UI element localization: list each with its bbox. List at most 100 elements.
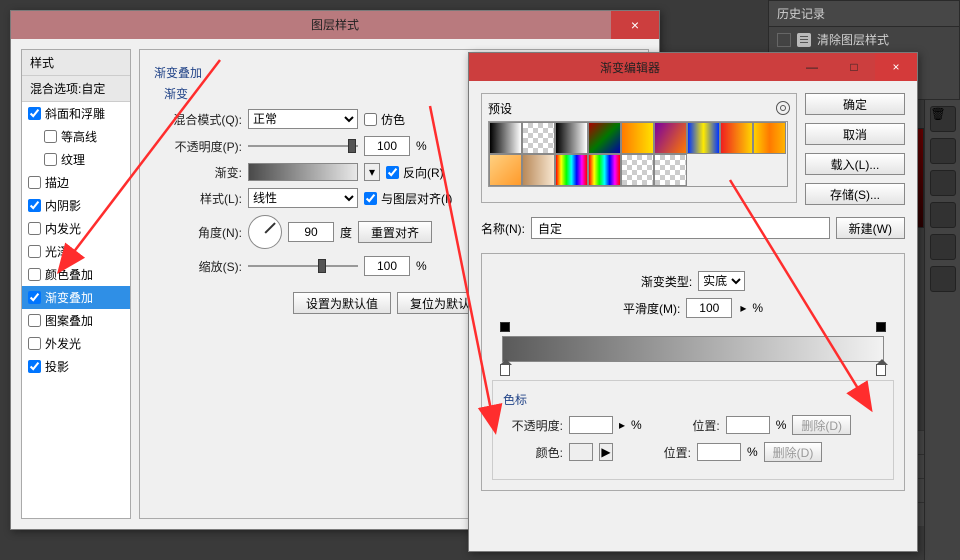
color-stop-right[interactable] — [876, 364, 886, 376]
style-label: 内阴影 — [45, 197, 81, 214]
style-label: 图案叠加 — [45, 312, 93, 329]
preset-swatch[interactable] — [555, 122, 588, 154]
history-item[interactable]: 清除图层样式 — [769, 27, 959, 52]
percent-label: % — [416, 259, 427, 273]
style-item-斜面和浮雕[interactable]: 斜面和浮雕 — [22, 102, 130, 125]
angle-dial[interactable] — [248, 215, 282, 249]
angle-input[interactable] — [288, 222, 334, 242]
style-label: 描边 — [45, 174, 69, 191]
dither-checkbox[interactable]: 仿色 — [364, 111, 405, 128]
blend-mode-label: 混合模式(Q): — [154, 111, 242, 128]
preset-swatch[interactable] — [654, 154, 687, 186]
style-label: 颜色叠加 — [45, 266, 93, 283]
styles-header[interactable]: 样式 — [22, 50, 130, 76]
preset-swatch[interactable] — [489, 122, 522, 154]
tool-icon[interactable] — [930, 266, 956, 292]
style-checkbox[interactable] — [28, 245, 41, 258]
style-item-渐变叠加[interactable]: 渐变叠加 — [22, 286, 130, 309]
tool-icon[interactable]: 🗑 — [930, 106, 956, 132]
geditor-titlebar[interactable]: 渐变编辑器 — □ × — [469, 53, 917, 81]
scale-slider[interactable] — [248, 262, 358, 270]
percent-label: % — [752, 301, 763, 315]
tool-icon[interactable] — [930, 202, 956, 228]
gradient-edit-bar[interactable] — [502, 336, 884, 362]
style-item-纹理[interactable]: 纹理 — [22, 148, 130, 171]
gradient-track[interactable] — [502, 336, 884, 362]
preset-swatch[interactable] — [621, 122, 654, 154]
style-checkbox[interactable] — [28, 107, 41, 120]
cancel-button[interactable]: 取消 — [805, 123, 905, 145]
preset-swatch[interactable] — [588, 122, 621, 154]
preset-swatch[interactable] — [522, 122, 555, 154]
set-default-button[interactable]: 设置为默认值 — [293, 292, 391, 314]
preset-swatch[interactable] — [555, 154, 588, 186]
style-item-描边[interactable]: 描边 — [22, 171, 130, 194]
load-button[interactable]: 载入(L)... — [805, 153, 905, 175]
stops-group: 色标 不透明度: ▸ % 位置: % 删除(D) 颜色: ▶ 位置: — [492, 380, 894, 480]
style-item-投影[interactable]: 投影 — [22, 355, 130, 378]
preset-swatch[interactable] — [654, 122, 687, 154]
blend-header[interactable]: 混合选项:自定 — [22, 76, 130, 102]
history-title: 历史记录 — [769, 1, 959, 27]
name-label: 名称(N): — [481, 220, 525, 237]
preset-swatch[interactable] — [753, 122, 786, 154]
dropdown-icon[interactable]: ▾ — [364, 163, 380, 181]
gear-icon[interactable] — [776, 101, 790, 115]
ok-button[interactable]: 确定 — [805, 93, 905, 115]
preset-swatch[interactable] — [621, 154, 654, 186]
style-item-颜色叠加[interactable]: 颜色叠加 — [22, 263, 130, 286]
blend-mode-select[interactable]: 正常 — [248, 109, 358, 129]
preset-swatches — [488, 121, 788, 187]
style-item-外发光[interactable]: 外发光 — [22, 332, 130, 355]
delete-opacity-stop-button: 删除(D) — [792, 415, 851, 435]
preset-swatch[interactable] — [489, 154, 522, 186]
style-checkbox[interactable] — [28, 222, 41, 235]
tool-icon[interactable] — [930, 138, 956, 164]
opacity-stop-right[interactable] — [876, 322, 886, 332]
color-stop-left[interactable] — [500, 364, 510, 376]
preset-swatch[interactable] — [522, 154, 555, 186]
style-select[interactable]: 线性 — [248, 188, 358, 208]
percent-label: % — [416, 139, 427, 153]
style-checkbox[interactable] — [28, 360, 41, 373]
style-checkbox[interactable] — [28, 314, 41, 327]
gradient-picker[interactable] — [248, 163, 358, 181]
minimize-button[interactable]: — — [791, 53, 833, 81]
style-item-光泽[interactable]: 光泽 — [22, 240, 130, 263]
style-checkbox[interactable] — [28, 176, 41, 189]
style-checkbox[interactable] — [28, 337, 41, 350]
preset-swatch[interactable] — [588, 154, 621, 186]
new-button[interactable]: 新建(W) — [836, 217, 905, 239]
name-input[interactable] — [531, 217, 830, 239]
close-button[interactable]: × — [611, 11, 659, 39]
preset-swatch[interactable] — [687, 122, 720, 154]
geditor-right-buttons: 确定 取消 载入(L)... 存储(S)... — [805, 93, 905, 205]
scale-input[interactable] — [364, 256, 410, 276]
maximize-button[interactable]: □ — [833, 53, 875, 81]
style-item-等高线[interactable]: 等高线 — [22, 125, 130, 148]
style-checkbox[interactable] — [44, 130, 57, 143]
reset-align-button[interactable]: 重置对齐 — [358, 221, 432, 243]
opacity-label: 不透明度(P): — [154, 138, 242, 155]
close-button[interactable]: × — [875, 53, 917, 81]
style-checkbox[interactable] — [28, 268, 41, 281]
tool-icon[interactable] — [930, 234, 956, 260]
smooth-input[interactable] — [686, 298, 732, 318]
dialog-titlebar[interactable]: 图层样式 × — [11, 11, 659, 39]
style-item-图案叠加[interactable]: 图案叠加 — [22, 309, 130, 332]
reverse-checkbox[interactable]: 反向(R) — [386, 164, 444, 181]
preset-swatch[interactable] — [720, 122, 753, 154]
type-select[interactable]: 实底 — [698, 271, 745, 291]
style-checkbox[interactable] — [28, 199, 41, 212]
tool-icon[interactable] — [930, 170, 956, 196]
style-checkbox[interactable] — [44, 153, 57, 166]
opacity-stop-left[interactable] — [500, 322, 510, 332]
opacity-input[interactable] — [364, 136, 410, 156]
style-checkbox[interactable] — [28, 291, 41, 304]
save-button[interactable]: 存储(S)... — [805, 183, 905, 205]
style-item-内阴影[interactable]: 内阴影 — [22, 194, 130, 217]
align-checkbox[interactable]: 与图层对齐(I) — [364, 190, 452, 207]
style-item-内发光[interactable]: 内发光 — [22, 217, 130, 240]
opacity-pos-input — [726, 416, 770, 434]
opacity-slider[interactable] — [248, 142, 358, 150]
